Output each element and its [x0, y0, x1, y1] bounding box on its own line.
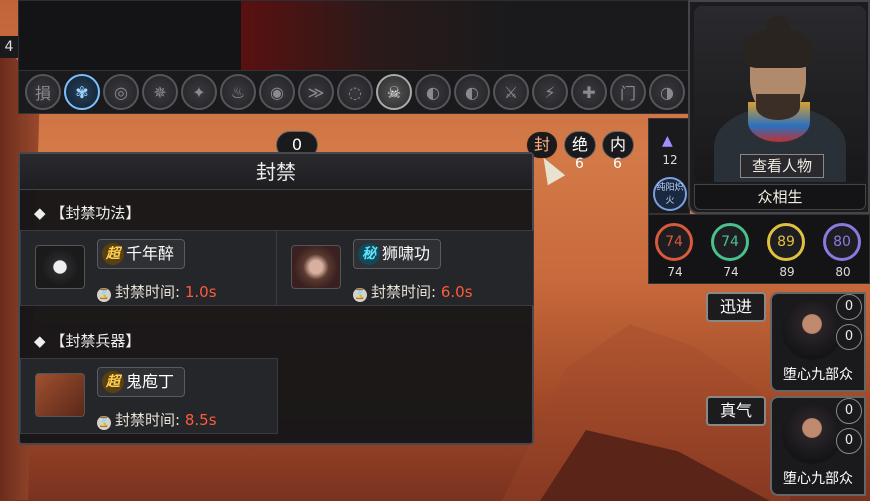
stat-ring: 89: [767, 223, 805, 261]
hourglass-icon: ⌛: [97, 416, 111, 430]
health-glow: [241, 1, 691, 71]
stat-1[interactable]: 74 74: [655, 223, 695, 279]
split-icon-2[interactable]: ◐: [454, 74, 490, 110]
super-tag: 超: [102, 371, 124, 393]
ally-status-tag-1: 迅进: [706, 292, 766, 322]
hourglass-icon: ⌛: [97, 288, 111, 302]
stats-panel: 74 74 74 74 89 89 80 80: [648, 214, 870, 284]
sun-icon[interactable]: 損: [25, 74, 61, 110]
character-name: 众相生: [694, 184, 866, 210]
view-character-button[interactable]: 查看人物: [740, 154, 824, 178]
ally-portrait: [782, 300, 842, 360]
affinity-count: 12: [662, 153, 678, 167]
ally-name: 堕心九部众: [783, 367, 853, 383]
seal-panel: 封禁 ◆ 【封禁功法】 超 千年醉 ⌛ 封禁时间: 1.0s 秘 狮啸功 ⌛ 封禁时…: [18, 152, 534, 445]
stat-value: 80: [835, 265, 851, 279]
sealed-skill-card-1[interactable]: 超 千年醉 ⌛ 封禁时间: 1.0s: [20, 230, 278, 306]
eye-rune-icon[interactable]: ◎: [103, 74, 139, 110]
gate-icon[interactable]: 门: [610, 74, 646, 110]
ally-name: 堕心九部众: [783, 471, 853, 487]
affinity-panel: ▲ 12 纯阳炽火: [648, 118, 690, 214]
ally-badge-top: 0: [836, 398, 862, 424]
top-status-bar: [18, 0, 691, 72]
split-icon[interactable]: ◐: [415, 74, 451, 110]
jue-count: 6: [575, 156, 584, 172]
lion-icon: [291, 245, 341, 289]
sword-rune-icon[interactable]: ⚔: [493, 74, 529, 110]
nei-count: 6: [613, 156, 622, 172]
seal-time-row: ⌛ 封禁时间: 1.0s: [97, 283, 217, 302]
stat-value: 74: [723, 265, 739, 279]
skill-icon-row: 損 ✾ ◎ ✵ ✦ ♨ ◉ ≫ ◌ ☠ ◐ ◐ ⚔ ⚡ ✚ 门 ◑: [18, 70, 690, 114]
skill-name-box: 超 千年醉: [97, 239, 186, 269]
fire-rune-icon[interactable]: ✦: [181, 74, 217, 110]
wind-icon[interactable]: ≫: [298, 74, 334, 110]
ally-status-tag-2: 真气: [706, 396, 766, 426]
stat-ring: 74: [655, 223, 693, 261]
skill-name: 狮啸功: [382, 244, 431, 263]
hourglass-icon: ⌛: [353, 288, 367, 302]
seal-time-row: ⌛ 封禁时间: 8.5s: [97, 411, 217, 430]
sealed-skill-card-2[interactable]: 秘 狮啸功 ⌛ 封禁时间: 6.0s: [276, 230, 534, 306]
stat-ring: 80: [823, 223, 861, 261]
skill-name: 千年醉: [126, 244, 175, 263]
seal-time-value: 1.0s: [184, 283, 217, 301]
flame-icon[interactable]: ♨: [220, 74, 256, 110]
weapon-name-box: 超 鬼庖丁: [97, 367, 186, 397]
spiral-icon[interactable]: ◌: [337, 74, 373, 110]
affinity-badge[interactable]: 纯阳炽火: [653, 177, 687, 211]
seal-time-row: ⌛ 封禁时间: 6.0s: [353, 283, 473, 302]
panel-title: 封禁: [20, 154, 532, 190]
stat-value: 89: [779, 265, 795, 279]
jue-chip[interactable]: 绝: [564, 131, 596, 159]
fox-mask-icon: [35, 245, 85, 289]
eye-icon[interactable]: ◉: [259, 74, 295, 110]
ally-badge-mid: 0: [836, 428, 862, 454]
seal-time-value: 8.5s: [184, 411, 217, 429]
section-weapons-heading: ◆ 【封禁兵器】: [34, 332, 141, 350]
sealed-weapon-card-1[interactable]: 超 鬼庖丁 ⌛ 封禁时间: 8.5s: [20, 358, 278, 434]
ally-badge-mid: 0: [836, 324, 862, 350]
stat-value: 74: [667, 265, 683, 279]
stat-3[interactable]: 89 89: [767, 223, 807, 279]
skull-icon[interactable]: ☠: [376, 74, 412, 110]
nei-chip[interactable]: 内: [602, 131, 634, 159]
lungs-icon[interactable]: ✾: [64, 74, 100, 110]
ally-card-1[interactable]: 0 0 堕心九部众: [770, 292, 866, 392]
stance-icon: ▲: [662, 133, 673, 149]
character-portrait-panel: 查看人物 众相生: [688, 0, 870, 214]
mask-icon[interactable]: ◑: [649, 74, 685, 110]
ally-badge-top: 0: [836, 294, 862, 320]
stat-2[interactable]: 74 74: [711, 223, 751, 279]
character-portrait: 查看人物: [694, 6, 866, 182]
super-tag: 超: [102, 243, 124, 265]
stat-4[interactable]: 80 80: [823, 223, 863, 279]
skill-name-box: 秘 狮啸功: [353, 239, 442, 269]
ally-card-2[interactable]: 0 0 堕心九部众: [770, 396, 866, 496]
cleaver-icon: [35, 373, 85, 417]
star-rune-icon[interactable]: ✵: [142, 74, 178, 110]
secret-tag: 秘: [358, 243, 380, 265]
edge-counter: 4: [0, 36, 18, 58]
seal-time-value: 6.0s: [440, 283, 473, 301]
weapon-name: 鬼庖丁: [126, 372, 175, 391]
claw-icon[interactable]: ⚡: [532, 74, 568, 110]
section-skills-heading: ◆ 【封禁功法】: [34, 204, 141, 222]
ally-portrait: [782, 404, 842, 464]
stat-ring: 74: [711, 223, 749, 261]
cross-icon[interactable]: ✚: [571, 74, 607, 110]
